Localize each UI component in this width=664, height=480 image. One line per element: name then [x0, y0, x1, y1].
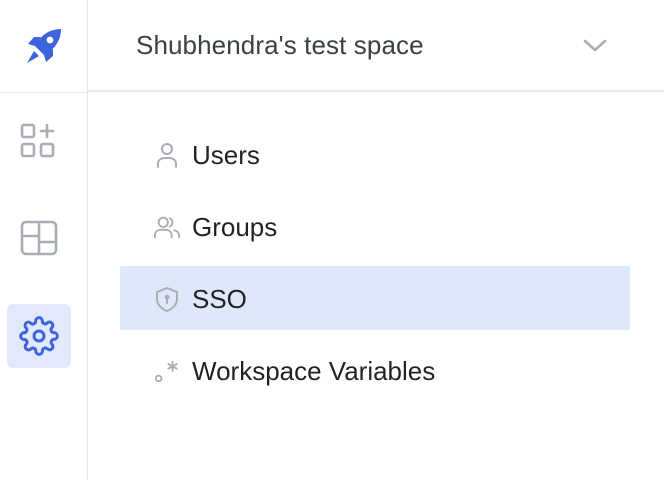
- rail-item-apps[interactable]: [7, 110, 71, 174]
- settings-menu: Users Groups SSO Workspace Variables: [120, 122, 630, 410]
- variable-icon: [154, 358, 180, 384]
- menu-item-label: SSO: [192, 284, 247, 314]
- menu-item-label: Workspace Variables: [192, 356, 436, 386]
- menu-item-label: Groups: [192, 212, 278, 242]
- menu-item-workspace-variables[interactable]: Workspace Variables: [120, 338, 630, 402]
- workspace-name: Shubhendra's test space: [136, 30, 424, 60]
- chevron-down-icon: [583, 39, 607, 52]
- gear-icon: [19, 316, 59, 356]
- menu-item-sso[interactable]: SSO: [120, 266, 630, 330]
- layout-icon: [20, 220, 58, 256]
- rocket-icon: [26, 29, 61, 63]
- rail-divider: [0, 92, 87, 93]
- shield-lock-icon: [154, 286, 180, 312]
- users-icon: [154, 214, 180, 240]
- workspace-switcher[interactable]: Shubhendra's test space: [88, 0, 664, 92]
- menu-item-label: Users: [192, 140, 260, 170]
- settings-panel: Shubhendra's test space Users Groups SSO…: [88, 0, 664, 480]
- app-logo[interactable]: [0, 0, 87, 92]
- rail-item-settings[interactable]: [7, 304, 71, 368]
- left-rail: [0, 0, 88, 480]
- menu-item-users[interactable]: Users: [120, 122, 630, 186]
- rail-item-layout[interactable]: [7, 206, 71, 270]
- menu-item-groups[interactable]: Groups: [120, 194, 630, 258]
- apps-add-icon: [20, 123, 55, 158]
- user-icon: [154, 142, 180, 168]
